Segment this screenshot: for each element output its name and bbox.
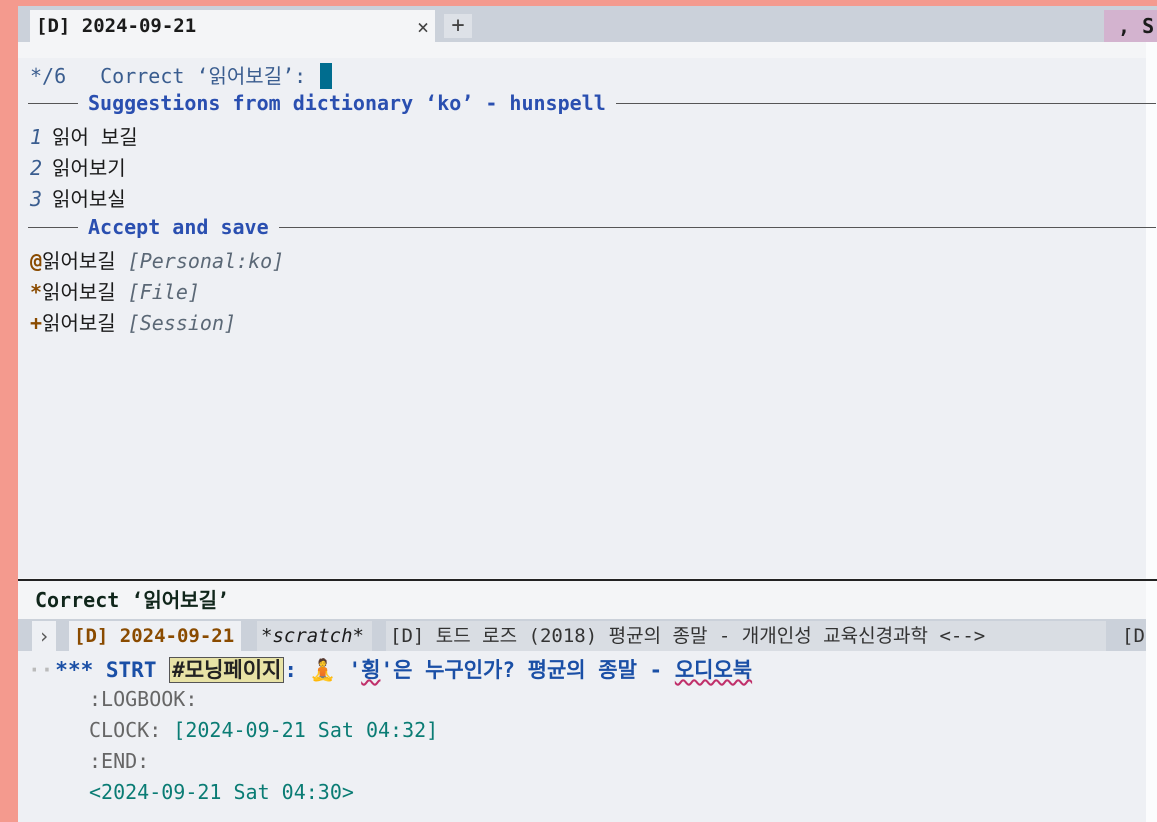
- heading-title-part: '은 누구인가? 평균의 종말 -: [380, 658, 675, 682]
- clock-line: CLOCK: [2024-09-21 Sat 04:32]: [89, 718, 438, 742]
- tab-title: [D] 2024-09-21: [36, 15, 197, 37]
- accept-tag: [File]: [127, 280, 200, 304]
- text-cursor[interactable]: [320, 63, 333, 89]
- suggestion-item[interactable]: 2 읽어보기: [30, 152, 126, 181]
- drawer-end: :END:: [89, 749, 150, 773]
- suggestion-index: 1: [30, 125, 43, 149]
- logbook-drawer[interactable]: :LOGBOOK:: [89, 687, 197, 711]
- org-buffer: ··*** STRT #모닝페이지: 🧘 '횡'은 누구인가? 평균의 종말 -…: [18, 651, 1146, 822]
- accept-word: 읽어보길: [42, 311, 116, 335]
- org-heading[interactable]: ··*** STRT #모닝페이지: 🧘 '횡'은 누구인가? 평균의 종말 -…: [28, 654, 752, 684]
- tab-current[interactable]: [D] 2024-09-21 ×: [30, 10, 435, 42]
- todo-keyword: STRT: [105, 658, 157, 682]
- buffer-tab-scratch[interactable]: *scratch*: [257, 621, 372, 651]
- heading-title-part: ': [348, 658, 362, 682]
- accept-symbol: *: [30, 280, 43, 304]
- suggestions-separator: Suggestions from dictionary ‘ko’ - hunsp…: [28, 91, 1156, 115]
- accept-tag: [Personal:ko]: [127, 249, 285, 273]
- candidate-count: */6: [30, 64, 67, 88]
- prompt-text: Correct ‘읽어보길’:: [100, 64, 307, 88]
- meditation-icon: 🧘: [309, 658, 336, 682]
- window-frame-left: [0, 0, 18, 822]
- clock-timestamp[interactable]: [2024-09-21 Sat 04:32]: [173, 718, 438, 742]
- accept-symbol: +: [30, 311, 43, 335]
- close-icon[interactable]: ×: [417, 15, 429, 39]
- accept-symbol: @: [30, 249, 43, 273]
- buffer-tab-note[interactable]: [D] 토드 로즈 (2018) 평균의 종말 - 개개인성 교육신경과학 <-…: [386, 621, 1106, 651]
- suggestion-word: 읽어보기: [52, 156, 126, 180]
- buffer-tab-overflow[interactable]: [D: [1116, 621, 1146, 651]
- clock-label: CLOCK:: [89, 718, 162, 742]
- window-divider: [18, 579, 1157, 581]
- misspelled-word: 횡: [361, 658, 381, 682]
- suggestion-item[interactable]: 3 읽어보실: [30, 183, 126, 212]
- accept-separator: Accept and save: [28, 215, 1156, 239]
- accept-personal-option[interactable]: @읽어보길 [Personal:ko]: [30, 245, 284, 274]
- suggestion-index: 2: [30, 156, 43, 180]
- heading-stars: ***: [55, 658, 94, 682]
- accept-word: 읽어보길: [42, 280, 116, 304]
- minibuffer: */6 Correct ‘읽어보길’: Suggestions from dict…: [18, 58, 1156, 578]
- buffer-tab-bar: › [D] 2024-09-21 *scratch* [D] 토드 로즈 (20…: [18, 619, 1146, 651]
- chevron-right-icon[interactable]: ›: [32, 621, 56, 651]
- tab-overflow[interactable]: , S: [1104, 10, 1157, 42]
- accept-header: Accept and save: [78, 215, 279, 239]
- tab-bar: [D] 2024-09-21 × + , S: [18, 6, 1157, 42]
- heading-colon: :: [284, 658, 298, 682]
- accept-tag: [Session]: [127, 311, 237, 335]
- accept-file-option[interactable]: *읽어보길 [File]: [30, 276, 200, 305]
- buffer-tab-current[interactable]: [D] 2024-09-21: [69, 621, 241, 651]
- accept-session-option[interactable]: +읽어보길 [Session]: [30, 307, 236, 336]
- spell-prompt: */6 Correct ‘읽어보길’:: [30, 60, 333, 89]
- header-line: Correct ‘읽어보길’: [22, 585, 1146, 615]
- suggestion-item[interactable]: 1 읽어 보길: [30, 121, 138, 150]
- active-timestamp[interactable]: <2024-09-21 Sat 04:30>: [89, 780, 354, 804]
- suggestion-index: 3: [30, 187, 43, 211]
- add-tab-button[interactable]: +: [444, 14, 472, 38]
- suggestion-word: 읽어보실: [52, 187, 126, 211]
- accept-word: 읽어보길: [42, 249, 116, 273]
- misspelled-word: 오디오북: [674, 658, 753, 682]
- window-frame-right: [1146, 6, 1157, 822]
- suggestion-word: 읽어 보길: [52, 125, 138, 149]
- heading-tag: #모닝페이지: [169, 657, 285, 683]
- suggestions-header: Suggestions from dictionary ‘ko’ - hunsp…: [78, 91, 616, 115]
- fold-indicator-icon: ··: [28, 658, 54, 682]
